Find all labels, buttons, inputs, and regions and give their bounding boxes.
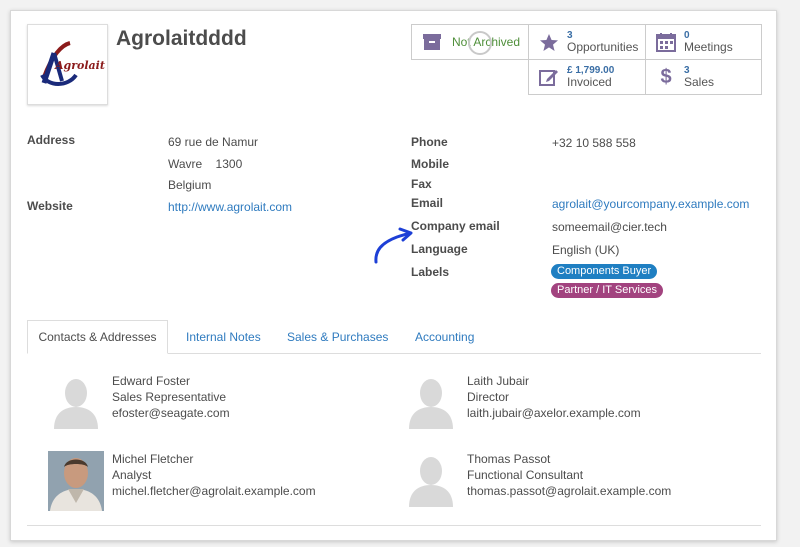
partner-name[interactable]: Agrolaitdddd [116, 27, 247, 51]
contact-email: efoster@seagate.com [112, 406, 230, 420]
contact-role: Sales Representative [112, 390, 227, 404]
labels-label: Labels [411, 265, 450, 279]
opportunities-button[interactable]: 3 Opportunities [528, 24, 646, 60]
tag-partner-it-services[interactable]: Partner / IT Services [551, 283, 664, 298]
fax-label: Fax [411, 177, 432, 191]
opportunities-label: Opportunities [567, 40, 639, 54]
phone-label: Phone [411, 135, 448, 149]
star-icon [537, 33, 561, 52]
contact-photo-avatar [48, 451, 104, 511]
contact-email: thomas.passot@agrolait.example.com [467, 484, 672, 498]
contact-role: Director [467, 390, 510, 404]
partner-form-sheet: Agrolait Agrolaitdddd Not Archived 3 Opp… [10, 10, 777, 541]
email-link[interactable]: agrolait@yourcompany.example.com [552, 197, 749, 211]
email-label: Email [411, 196, 444, 210]
meetings-button[interactable]: 0 Meetings [645, 24, 762, 60]
invoiced-button[interactable]: £ 1,799.00 Invoiced [528, 59, 646, 95]
contact-role: Functional Consultant [467, 468, 584, 482]
contact-name: Thomas Passot [467, 452, 551, 466]
language-label: Language [411, 242, 468, 256]
dollar-icon: $ [660, 65, 672, 88]
avatar-placeholder-icon [54, 379, 98, 429]
contact-email: michel.fletcher@agrolait.example.com [112, 484, 316, 498]
agrolait-logo-icon: Agrolait [40, 41, 105, 86]
company-email-field[interactable]: someemail@cier.tech [552, 220, 667, 234]
sales-label: Sales [684, 75, 715, 89]
contact-role: Analyst [112, 468, 152, 482]
contact-name: Edward Foster [112, 374, 191, 388]
website-link[interactable]: http://www.agrolait.com [168, 200, 292, 214]
section-divider [27, 525, 761, 526]
annotation-arrow-icon [374, 227, 413, 264]
archive-toggle-button[interactable]: Not Archived [411, 24, 529, 60]
street-field[interactable]: 69 rue de Namur [168, 135, 258, 149]
contact-card[interactable]: Michel Fletcher Analyst michel.fletcher@… [48, 451, 398, 511]
archive-icon [420, 33, 444, 51]
contact-card[interactable]: Thomas Passot Functional Consultant thom… [403, 451, 763, 511]
loading-spinner-icon [468, 31, 492, 55]
calendar-icon [654, 32, 678, 52]
mobile-label: Mobile [411, 157, 449, 171]
invoiced-label: Invoiced [567, 75, 612, 89]
country-field[interactable]: Belgium [168, 178, 211, 192]
tab-accounting[interactable]: Accounting [415, 330, 474, 344]
tab-internal-notes[interactable]: Internal Notes [186, 330, 261, 344]
avatar-placeholder-icon [409, 379, 453, 429]
tab-contacts-addresses[interactable]: Contacts & Addresses [27, 320, 168, 354]
company-logo[interactable]: Agrolait [27, 24, 108, 105]
contact-email: laith.jubair@axelor.example.com [467, 406, 641, 420]
edit-icon [537, 67, 561, 87]
tab-sales-purchases[interactable]: Sales & Purchases [287, 330, 388, 344]
tag-components-buyer[interactable]: Components Buyer [551, 264, 658, 279]
avatar-placeholder-icon [409, 457, 453, 507]
sales-button[interactable]: $ 3 Sales [645, 59, 762, 95]
language-field[interactable]: English (UK) [552, 243, 619, 257]
company-email-label: Company email [411, 219, 500, 233]
contact-card[interactable]: Edward Foster Sales Representative efost… [48, 373, 398, 433]
website-label: Website [27, 199, 73, 213]
city-zip-field[interactable]: Wavre 1300 [168, 157, 242, 171]
address-label: Address [27, 133, 76, 147]
contact-name: Laith Jubair [467, 374, 530, 388]
contact-card[interactable]: Laith Jubair Director laith.jubair@axelo… [403, 373, 753, 433]
meetings-label: Meetings [684, 40, 733, 54]
logo-text: Agrolait [54, 59, 105, 72]
phone-field[interactable]: +32 10 588 558 [552, 136, 636, 150]
contact-name: Michel Fletcher [112, 452, 194, 466]
